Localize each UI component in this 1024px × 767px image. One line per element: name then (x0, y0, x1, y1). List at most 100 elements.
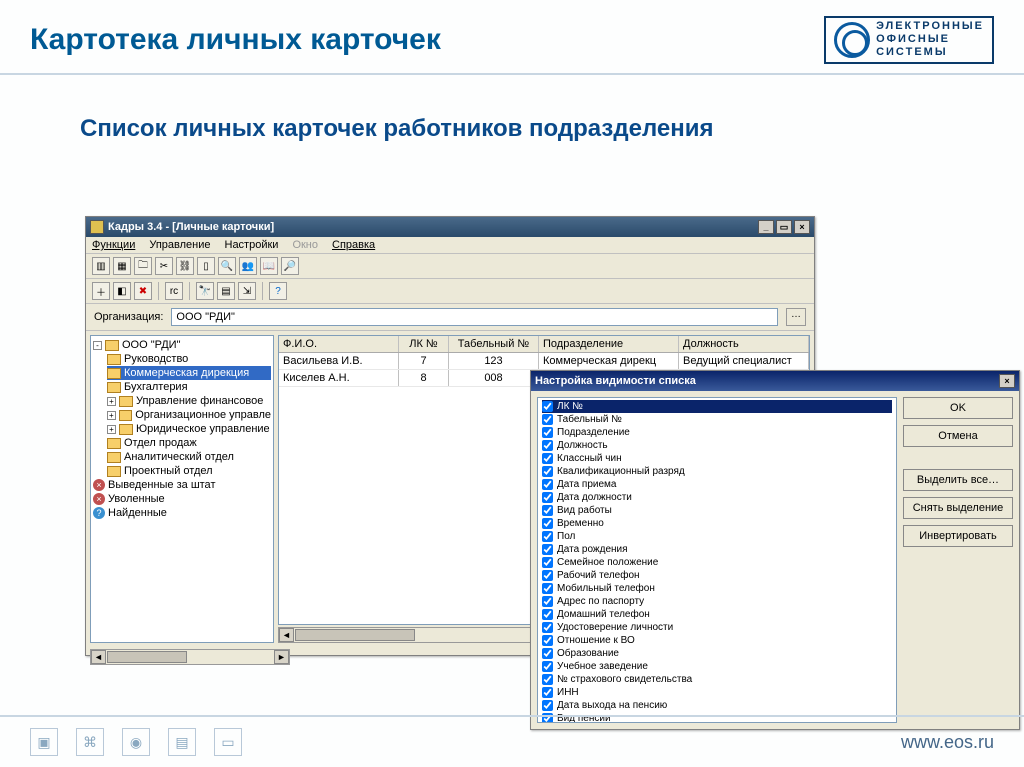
checklist-item[interactable]: Должность (542, 439, 892, 452)
checklist-item[interactable]: Классный чин (542, 452, 892, 465)
checkbox[interactable] (542, 596, 553, 607)
tool-rc-icon[interactable]: rc (165, 282, 183, 300)
checkbox[interactable] (542, 492, 553, 503)
checklist-item[interactable]: Дата выхода на пенсию (542, 699, 892, 712)
minimize-button[interactable]: _ (758, 220, 774, 234)
tree-item[interactable]: Управление финансовое (136, 395, 263, 407)
checklist-item[interactable]: ИНН (542, 686, 892, 699)
checkbox[interactable] (542, 609, 553, 620)
org-input[interactable] (171, 308, 778, 326)
checkbox[interactable] (542, 570, 553, 581)
tree-item-selected[interactable]: Коммерческая дирекция (124, 367, 249, 379)
tree-item[interactable]: Организационное управле (135, 409, 271, 421)
tree-item[interactable]: Аналитический отдел (124, 451, 234, 463)
checkbox[interactable] (542, 687, 553, 698)
dialog-titlebar[interactable]: Настройка видимости списка × (531, 371, 1019, 391)
checkbox[interactable] (542, 557, 553, 568)
checklist-item[interactable]: Дата приема (542, 478, 892, 491)
menu-window[interactable]: Окно (292, 239, 318, 251)
tree-root[interactable]: ООО "РДИ" (122, 339, 181, 351)
checkbox[interactable] (542, 544, 553, 555)
scroll-thumb[interactable] (295, 629, 415, 641)
checkbox[interactable] (542, 466, 553, 477)
titlebar[interactable]: Кадры 3.4 - [Личные карточки] _ ▭ × (86, 217, 814, 237)
scroll-thumb[interactable] (107, 651, 187, 663)
table-row[interactable]: Васильева И.В. 7 123 Коммерческая дирекц… (279, 353, 809, 370)
checkbox[interactable] (542, 674, 553, 685)
checkbox[interactable] (542, 401, 553, 412)
ok-button[interactable]: OK (903, 397, 1013, 419)
expand-icon[interactable]: + (107, 411, 116, 420)
checklist-item[interactable]: Образование (542, 647, 892, 660)
tool-help-icon[interactable]: ? (269, 282, 287, 300)
checkbox[interactable] (542, 583, 553, 594)
tool-export-icon[interactable]: ⇲ (238, 282, 256, 300)
tool-link-icon[interactable]: ⛓ (176, 257, 194, 275)
tool-book-icon[interactable]: 📖 (260, 257, 278, 275)
select-all-button[interactable]: Выделить все… (903, 469, 1013, 491)
tool-doc-icon[interactable]: ▯ (197, 257, 215, 275)
scroll-left-icon[interactable]: ◄ (91, 650, 106, 664)
checklist-item[interactable]: Пол (542, 530, 892, 543)
tree-item[interactable]: Бухгалтерия (124, 381, 188, 393)
checkbox[interactable] (542, 531, 553, 542)
scroll-left-icon[interactable]: ◄ (279, 628, 294, 642)
tree-item[interactable]: Руководство (124, 353, 188, 365)
tool-card-icon[interactable]: ▥ (92, 257, 110, 275)
checklist-item[interactable]: Квалификационный разряд (542, 465, 892, 478)
expand-icon[interactable]: + (107, 425, 116, 434)
checkbox[interactable] (542, 427, 553, 438)
tree-item-out[interactable]: Выведенные за штат (108, 479, 215, 491)
expand-icon[interactable]: + (107, 397, 116, 406)
checkbox[interactable] (542, 648, 553, 659)
tree-item-fired[interactable]: Уволенные (108, 493, 165, 505)
tool-folder-icon[interactable]: 🗀 (134, 257, 152, 275)
checkbox[interactable] (542, 440, 553, 451)
checkbox[interactable] (542, 453, 553, 464)
checklist-item[interactable]: Вид работы (542, 504, 892, 517)
tree-item-found[interactable]: Найденные (108, 507, 167, 519)
checkbox[interactable] (542, 661, 553, 672)
checklist-item[interactable]: Временно (542, 517, 892, 530)
maximize-button[interactable]: ▭ (776, 220, 792, 234)
checklist-item[interactable]: Мобильный телефон (542, 582, 892, 595)
menu-functions[interactable]: Функции (92, 239, 135, 251)
checkbox[interactable] (542, 635, 553, 646)
checkbox[interactable] (542, 622, 553, 633)
menu-help[interactable]: Справка (332, 239, 375, 251)
tree-h-scrollbar[interactable]: ◄ ► (90, 649, 290, 665)
close-button[interactable]: × (794, 220, 810, 234)
checkbox[interactable] (542, 518, 553, 529)
checklist-item[interactable]: Дата рождения (542, 543, 892, 556)
col-fio[interactable]: Ф.И.О. (279, 336, 399, 352)
checklist-item[interactable]: Адрес по паспорту (542, 595, 892, 608)
col-dep[interactable]: Подразделение (539, 336, 679, 352)
checklist-item[interactable]: Семейное положение (542, 556, 892, 569)
checklist-item[interactable]: Дата должности (542, 491, 892, 504)
tool-find-icon[interactable]: 🔭 (196, 282, 214, 300)
tree-pane[interactable]: -ООО "РДИ" Руководство Коммерческая дире… (90, 335, 274, 643)
checkbox[interactable] (542, 479, 553, 490)
tool-zoom-icon[interactable]: 🔍 (218, 257, 236, 275)
cancel-button[interactable]: Отмена (903, 425, 1013, 447)
checklist-item[interactable]: № страхового свидетельства (542, 673, 892, 686)
checklist-item[interactable]: Удостоверение личности (542, 621, 892, 634)
checkbox[interactable] (542, 700, 553, 711)
checklist-item[interactable]: Домашний телефон (542, 608, 892, 621)
col-pos[interactable]: Должность (679, 336, 809, 352)
tree-item[interactable]: Отдел продаж (124, 437, 197, 449)
tree-item[interactable]: Юридическое управление (136, 423, 270, 435)
scroll-right-icon[interactable]: ► (274, 650, 289, 664)
tool-cut-icon[interactable]: ✂ (155, 257, 173, 275)
checkbox[interactable] (542, 414, 553, 425)
column-checklist[interactable]: ЛК №Табельный №ПодразделениеДолжностьКла… (537, 397, 897, 723)
col-tab[interactable]: Табельный № (449, 336, 539, 352)
checklist-item[interactable]: Рабочий телефон (542, 569, 892, 582)
tree-item[interactable]: Проектный отдел (124, 465, 213, 477)
checklist-item[interactable]: ЛК № (542, 400, 892, 413)
invert-button[interactable]: Инвертировать (903, 525, 1013, 547)
tool-new-icon[interactable]: ＋ (92, 282, 110, 300)
col-lk[interactable]: ЛК № (399, 336, 449, 352)
tool-sheet-icon[interactable]: ▤ (217, 282, 235, 300)
deselect-all-button[interactable]: Снять выделение (903, 497, 1013, 519)
